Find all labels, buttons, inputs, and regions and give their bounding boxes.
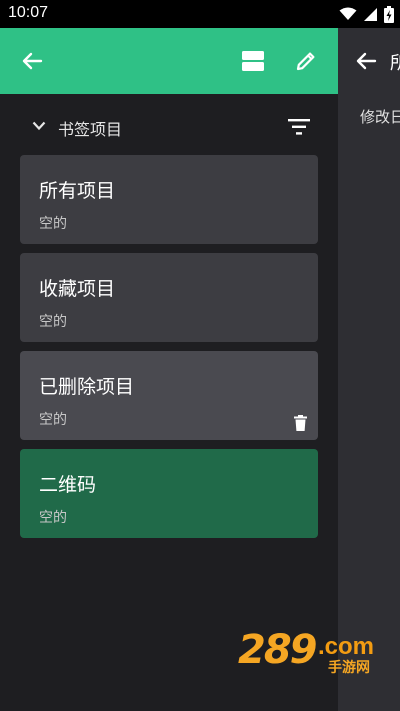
detail-back-button[interactable] [350,45,382,77]
card-subtitle: 空的 [39,412,67,428]
card-favorites[interactable]: 收藏项目 空的 [20,253,318,342]
back-button[interactable] [16,45,48,77]
card-title: 收藏项目 [39,278,116,300]
status-bar: 10:07 [0,0,400,28]
filter-icon[interactable] [288,119,310,135]
bookmarks-pane: 书签项目 所有项目 空的 收藏项目 空的 已删除项目 空的 二维码 空的 [0,28,338,711]
edit-button[interactable] [290,45,322,77]
card-title: 已删除项目 [39,376,135,398]
detail-pane: 所 修改日 [338,28,400,711]
watermark-logo: 289 .com 手游网 [238,627,378,676]
status-time: 10:07 [8,4,49,21]
card-subtitle: 空的 [39,510,67,526]
section-header[interactable]: 书签项目 [20,114,318,140]
status-icons [339,5,394,23]
arrow-left-icon [356,52,377,70]
view-toggle-button[interactable] [236,45,270,77]
card-subtitle: 空的 [39,216,67,232]
card-subtitle: 空的 [39,314,67,330]
trash-icon[interactable] [294,415,307,431]
arrow-left-icon [22,52,43,70]
card-title: 二维码 [39,474,97,496]
signal-icon [364,7,377,21]
watermark-brand: 289 [238,627,317,673]
battery-charging-icon [384,5,394,23]
wifi-icon [339,7,357,20]
card-all-items[interactable]: 所有项目 空的 [20,155,318,244]
view-agenda-icon [242,51,264,71]
modified-date-label: 修改日 [360,108,400,126]
card-title: 所有项目 [39,180,116,202]
section-title: 书签项目 [58,120,123,139]
app-bar [0,28,338,94]
pencil-icon [296,52,315,71]
chevron-down-icon [32,121,46,131]
card-deleted-items[interactable]: 已删除项目 空的 [20,351,318,440]
detail-app-bar: 所 [338,28,400,94]
watermark-tagline: 手游网 [328,660,370,676]
detail-title: 所 [390,53,400,74]
card-qr-code[interactable]: 二维码 空的 [20,449,318,538]
